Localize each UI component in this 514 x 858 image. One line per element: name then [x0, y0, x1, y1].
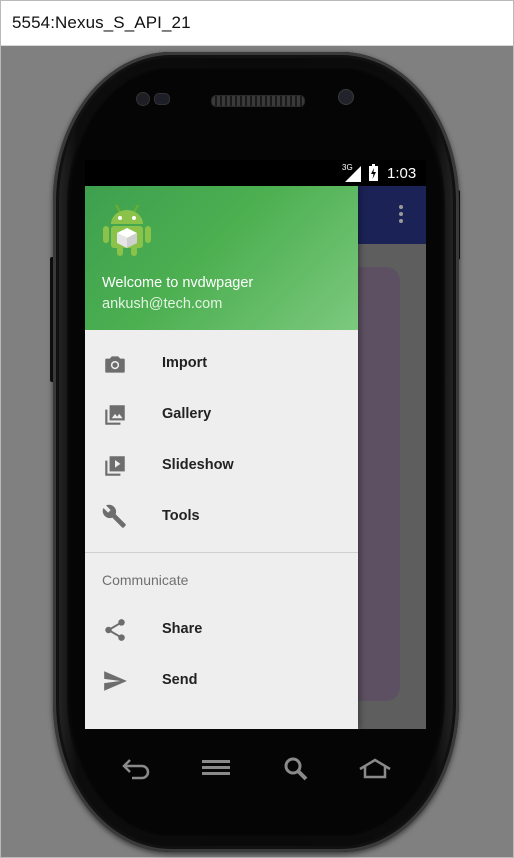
menu-item-import[interactable]: Import [85, 338, 358, 389]
window-title: 5554:Nexus_S_API_21 [12, 13, 191, 32]
drawer-welcome: Welcome to nvdwpager [102, 275, 254, 291]
menu-item-label: Gallery [162, 406, 212, 422]
menu-icon[interactable] [200, 758, 232, 778]
front-sensor-icon [136, 92, 150, 106]
slideshow-icon [105, 456, 125, 476]
window-title-bar: 5554:Nexus_S_API_21 [1, 1, 513, 46]
navigation-drawer: Welcome to nvdwpager ankush@tech.com Imp… [85, 186, 358, 729]
gallery-icon [105, 405, 125, 425]
overflow-menu-icon[interactable] [393, 202, 409, 228]
network-type: 3G [342, 163, 353, 172]
share-icon [105, 619, 125, 641]
back-icon[interactable] [120, 756, 152, 780]
send-icon [104, 671, 127, 691]
menu-item-label: Import [162, 355, 208, 371]
menu-item-gallery[interactable]: Gallery [85, 389, 358, 440]
menu-item-label: Tools [162, 508, 200, 524]
phone-screen: 3G 1:03 Welcome to nvdwpager ankush@tech… [85, 160, 426, 729]
drawer-header: Welcome to nvdwpager ankush@tech.com [85, 186, 358, 330]
menu-item-share[interactable]: Share [85, 604, 358, 655]
menu-item-label: Slideshow [162, 457, 234, 473]
battery-icon [369, 164, 378, 181]
status-bar: 3G 1:03 [85, 160, 426, 186]
menu-item-slideshow[interactable]: Slideshow [85, 440, 358, 491]
earpiece-speaker [211, 95, 305, 107]
drawer-divider [85, 552, 358, 553]
drawer-email: ankush@tech.com [102, 296, 223, 312]
status-time: 1:03 [387, 165, 417, 182]
home-icon[interactable] [358, 757, 392, 781]
camera-icon [105, 356, 125, 373]
menu-item-label: Send [162, 672, 198, 688]
proximity-sensor-icon [154, 93, 170, 105]
menu-item-send[interactable]: Send [85, 655, 358, 706]
android-robot-icon [103, 204, 151, 256]
search-icon[interactable] [283, 756, 309, 782]
front-camera-icon [338, 89, 354, 105]
menu-item-tools[interactable]: Tools [85, 491, 358, 542]
wrench-icon [102, 504, 126, 528]
menu-item-label: Share [162, 621, 203, 637]
section-header-communicate: Communicate [102, 572, 189, 588]
